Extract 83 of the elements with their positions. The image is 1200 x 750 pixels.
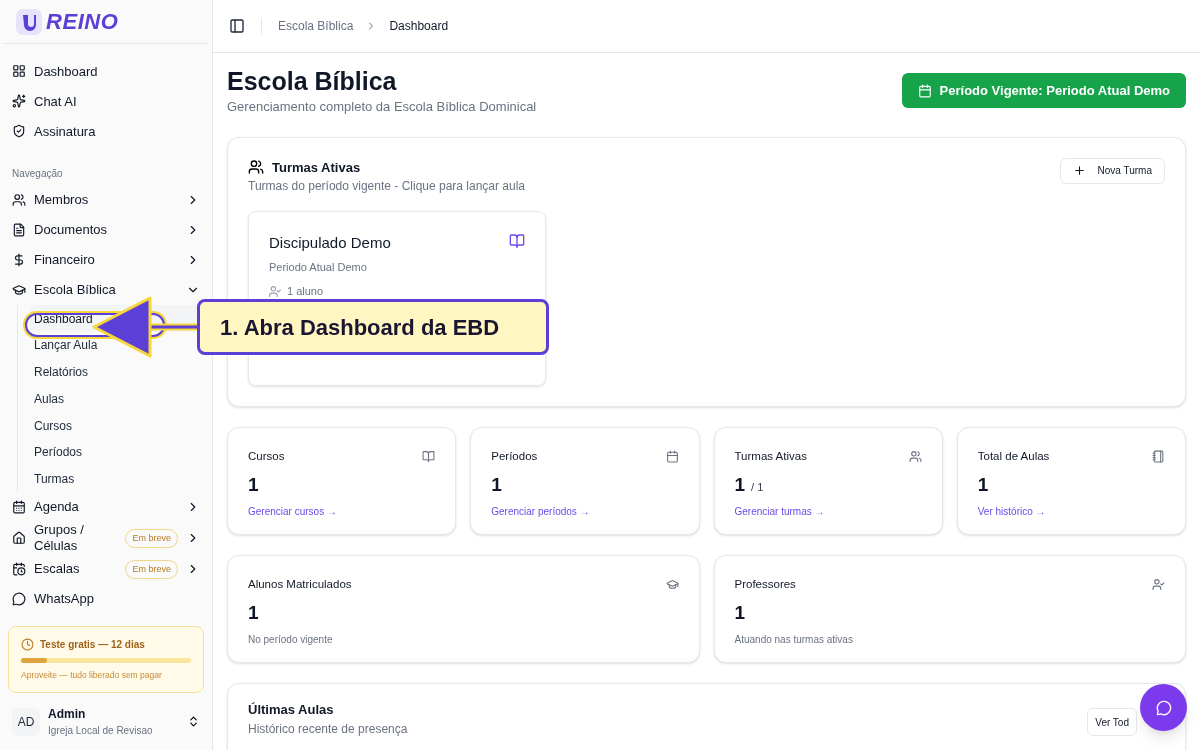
sidebar-item[interactable]: Membros bbox=[8, 185, 204, 216]
stat-note: Atuando nas turmas ativas bbox=[734, 632, 854, 647]
stat-label: Total de Aulas bbox=[977, 449, 1050, 464]
submenu-item[interactable]: Cursos bbox=[30, 412, 204, 439]
graduation-cap-icon bbox=[665, 578, 679, 592]
sidebar-item-icon bbox=[12, 253, 26, 268]
calendar-icon bbox=[917, 83, 932, 98]
sidebar-item[interactable]: Grupos / Células Em breve bbox=[8, 522, 204, 555]
sidebar-item[interactable]: Financeiro bbox=[8, 245, 204, 276]
calendar-icon bbox=[665, 450, 679, 464]
sidebar-item-icon bbox=[12, 223, 26, 238]
sidebar-item[interactable]: Escalas Em breve bbox=[8, 554, 204, 585]
stat-link[interactable]: Gerenciar cursos → bbox=[248, 503, 436, 519]
sidebar-item-icon bbox=[12, 193, 26, 208]
book-icon bbox=[422, 450, 436, 464]
soon-badge: Em breve bbox=[125, 559, 178, 579]
stat-value: 1 bbox=[734, 601, 747, 626]
stat-value: 1 bbox=[977, 473, 989, 498]
sidebar-toggle-icon[interactable] bbox=[229, 18, 245, 34]
submenu-item[interactable]: Turmas bbox=[30, 465, 204, 493]
notebook-icon bbox=[1152, 450, 1165, 464]
submenu-item[interactable]: Períodos bbox=[30, 438, 204, 466]
sidebar-item-icon bbox=[12, 592, 26, 607]
sidebar-item-icon bbox=[12, 64, 26, 79]
sidebar-item-icon bbox=[12, 283, 26, 298]
sidebar-item-icon bbox=[12, 500, 26, 515]
page-subtitle: Gerenciamento completo da Escola Bíblica Dominical bbox=[227, 98, 537, 116]
user-check-icon bbox=[1152, 578, 1165, 592]
stat-note: No período vigente bbox=[248, 632, 334, 647]
submenu-item[interactable]: Aulas bbox=[30, 385, 204, 413]
user-name: Admin bbox=[48, 706, 87, 723]
expand-icon[interactable] bbox=[187, 715, 200, 728]
page-title: Escola Bíblica bbox=[227, 66, 398, 97]
trial-title: Teste gratis — 12 dias bbox=[40, 638, 145, 653]
breadcrumb-item[interactable]: Escola Bíblica bbox=[278, 17, 354, 35]
users-icon bbox=[248, 159, 264, 176]
section-title: Turmas Ativas bbox=[272, 158, 361, 177]
class-name: Discipulado Demo bbox=[269, 233, 391, 253]
sidebar-item-icon bbox=[12, 124, 26, 139]
chat-bubble-icon bbox=[1155, 699, 1172, 716]
sidebar-item[interactable]: Documentos bbox=[8, 215, 204, 246]
sidebar-item[interactable]: WhatsApp bbox=[8, 584, 204, 615]
stat-link[interactable]: Gerenciar turmas → bbox=[734, 503, 922, 519]
trial-note: Aproveite — tudo liberado sem pagar bbox=[21, 669, 163, 682]
stat-label: Turmas Ativas bbox=[734, 449, 807, 464]
clock-icon bbox=[21, 638, 34, 652]
stat-value: 1 bbox=[491, 473, 502, 498]
section-title: Últimas Aulas bbox=[248, 701, 335, 719]
submenu-item[interactable]: Relatórios bbox=[30, 358, 204, 386]
sidebar-link[interactable]: Dashboard bbox=[8, 56, 204, 87]
sidebar-item-icon bbox=[12, 94, 26, 109]
book-icon bbox=[509, 233, 525, 249]
class-period: Periodo Atual Demo bbox=[269, 260, 368, 274]
breadcrumb-item[interactable]: Dashboard bbox=[389, 17, 449, 35]
section-subtitle: Histórico recente de presença bbox=[248, 720, 408, 738]
stat-label: Cursos bbox=[248, 449, 285, 464]
sidebar-item-icon bbox=[12, 562, 26, 577]
user-org: Igreja Local de Revisao bbox=[48, 724, 154, 738]
tutorial-tooltip: 1. Abra Dashboard da EBD bbox=[197, 299, 549, 355]
plus-icon bbox=[1072, 164, 1086, 177]
sidebar-link[interactable]: Assinatura bbox=[8, 116, 204, 147]
sidebar-item[interactable]: Agenda bbox=[8, 492, 204, 523]
user-avatar: AD bbox=[12, 707, 40, 736]
section-label: Navegação bbox=[11, 167, 64, 182]
brand-name: REINO bbox=[46, 8, 119, 37]
stat-value: 1 bbox=[248, 473, 259, 498]
stat-value: 1 bbox=[734, 473, 746, 498]
view-all-button[interactable]: Ver Tod bbox=[1087, 708, 1137, 736]
stat-label: Períodos bbox=[491, 449, 538, 464]
stat-total: / 1 bbox=[751, 480, 764, 496]
logo-icon bbox=[16, 8, 42, 35]
sidebar-link[interactable]: Chat AI bbox=[8, 86, 204, 117]
sidebar-item-icon bbox=[12, 531, 26, 546]
user-check-icon bbox=[269, 285, 281, 297]
users-icon bbox=[908, 450, 922, 464]
student-count: 1 aluno bbox=[287, 285, 324, 297]
stat-label: Professores bbox=[734, 577, 796, 592]
section-subtitle: Turmas do período vigente - Clique para lançar aula bbox=[248, 178, 526, 195]
stat-link[interactable]: Gerenciar períodos → bbox=[491, 503, 679, 519]
stat-link[interactable]: Ver histórico → bbox=[977, 503, 1165, 519]
stat-label: Alunos Matriculados bbox=[248, 577, 352, 592]
new-class-button[interactable]: Nova Turma bbox=[1059, 157, 1165, 184]
stat-value: 1 bbox=[248, 601, 260, 626]
